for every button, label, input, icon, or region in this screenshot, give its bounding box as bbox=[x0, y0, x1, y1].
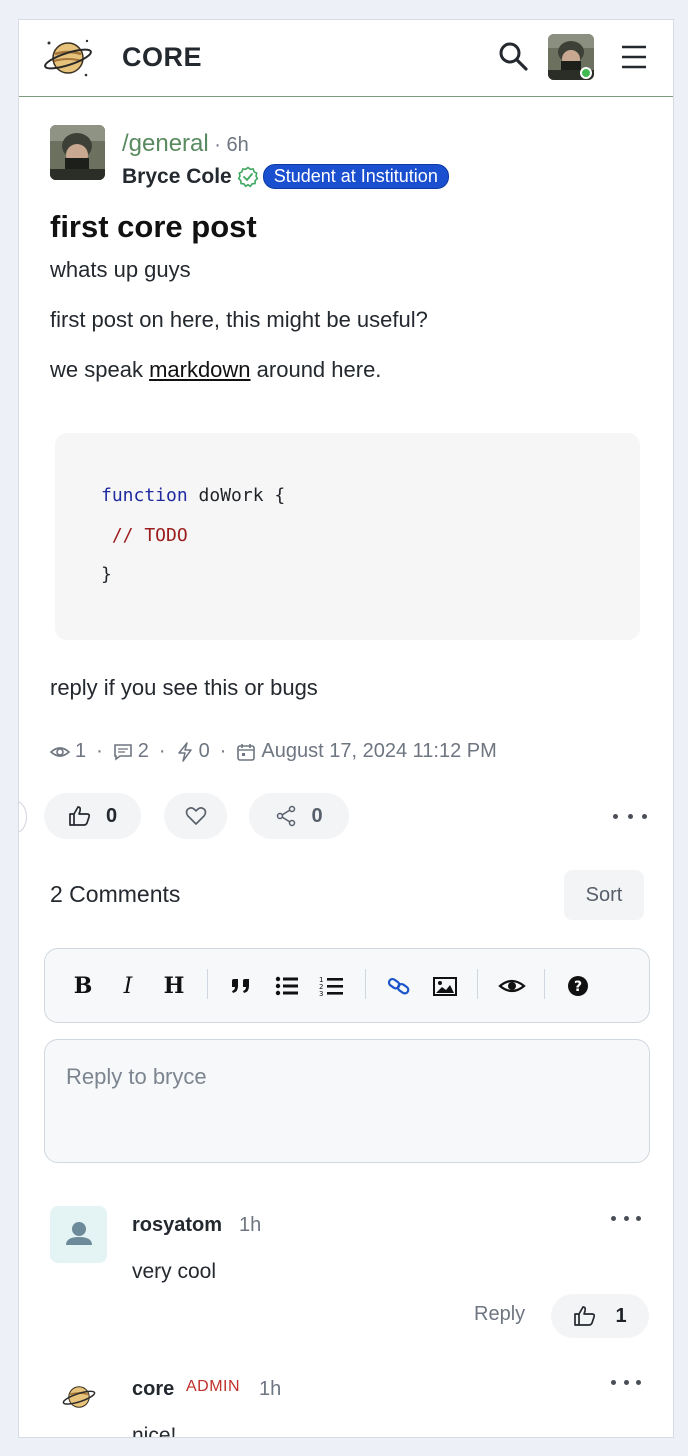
comment-username[interactable]: core bbox=[132, 1378, 174, 1401]
share-count: 0 bbox=[311, 804, 323, 827]
editor-toolbar: B I H 123 ? bbox=[44, 948, 650, 1023]
comment-age: 1h bbox=[239, 1214, 262, 1236]
post-meta: /general · 6h bbox=[122, 130, 249, 158]
hamburger-menu-icon[interactable] bbox=[619, 42, 649, 72]
top-header: CORE bbox=[19, 20, 673, 97]
eye-icon bbox=[50, 746, 70, 757]
text-span: we speak bbox=[50, 357, 150, 382]
reply-textarea-container bbox=[44, 1039, 650, 1163]
thumbs-up-icon bbox=[69, 806, 91, 826]
user-silhouette-icon bbox=[66, 1222, 92, 1245]
favorite-button[interactable] bbox=[164, 793, 227, 839]
code-line: function doWork { bbox=[101, 485, 285, 506]
comment-more-options-icon[interactable] bbox=[611, 1208, 641, 1228]
comments-count: 2 bbox=[137, 740, 149, 762]
post-body-line: we speak markdown around here. bbox=[50, 357, 381, 383]
link-icon[interactable] bbox=[384, 971, 414, 1001]
author-line: Bryce Cole Student at Institution bbox=[122, 164, 449, 189]
svg-text:3: 3 bbox=[319, 990, 323, 998]
core-avatar-saturn-icon[interactable] bbox=[62, 1381, 96, 1413]
heading-button[interactable]: H bbox=[159, 971, 189, 1001]
thumbs-up-icon bbox=[574, 1306, 596, 1326]
community-link[interactable]: /general bbox=[122, 130, 209, 157]
meta-separator: · bbox=[208, 134, 227, 156]
svg-text:?: ? bbox=[574, 979, 582, 995]
heart-icon bbox=[185, 807, 206, 825]
post-body-line: first post on here, this might be useful… bbox=[50, 307, 428, 332]
separator: · bbox=[96, 740, 103, 762]
app-frame: CORE /general · 6h Bryce Cole Student at… bbox=[18, 19, 674, 1438]
post-stats: 1 · 2 · 0 · August 17, 2024 11:12 PM bbox=[50, 740, 497, 763]
toolbar-divider bbox=[365, 969, 366, 999]
help-icon[interactable]: ? bbox=[563, 971, 593, 1001]
comment-avatar-placeholder[interactable] bbox=[50, 1206, 107, 1263]
comment-like-count: 1 bbox=[615, 1304, 627, 1327]
verified-badge-icon bbox=[237, 165, 258, 187]
toolbar-divider bbox=[207, 969, 208, 999]
comment-age: 1h bbox=[259, 1378, 282, 1400]
post-title: first core post bbox=[50, 209, 257, 244]
bullet-list-icon[interactable] bbox=[272, 971, 302, 1001]
preview-eye-icon[interactable] bbox=[497, 971, 527, 1001]
comment-like-button[interactable]: 1 bbox=[551, 1294, 649, 1338]
scroll-edge-indicator bbox=[19, 801, 27, 833]
toolbar-divider bbox=[477, 969, 478, 999]
reply-input[interactable] bbox=[66, 1064, 626, 1090]
separator: · bbox=[158, 740, 166, 762]
comment-more-options-icon[interactable] bbox=[611, 1372, 641, 1392]
reply-button[interactable]: Reply bbox=[474, 1303, 525, 1326]
share-button[interactable]: 0 bbox=[249, 793, 349, 839]
toolbar-divider bbox=[544, 969, 545, 999]
post-age: 6h bbox=[226, 134, 249, 156]
bolt-icon bbox=[177, 741, 192, 762]
code-keyword: function bbox=[101, 485, 188, 506]
post-date: August 17, 2024 11:12 PM bbox=[261, 740, 497, 762]
bold-button[interactable]: B bbox=[68, 971, 98, 1001]
post-author-avatar[interactable] bbox=[50, 125, 105, 180]
post-body-line: whats up guys bbox=[50, 257, 191, 282]
search-icon[interactable] bbox=[497, 40, 529, 72]
sort-button[interactable]: Sort bbox=[564, 870, 644, 920]
like-button[interactable]: 0 bbox=[44, 793, 141, 839]
share-icon bbox=[277, 805, 296, 827]
role-badge: Student at Institution bbox=[262, 164, 449, 189]
text-span: around here. bbox=[250, 357, 382, 382]
saturn-logo-icon[interactable] bbox=[43, 35, 93, 81]
post-body-line: reply if you see this or bugs bbox=[50, 675, 318, 700]
numbered-list-icon[interactable]: 123 bbox=[317, 971, 347, 1001]
markdown-link[interactable]: markdown bbox=[149, 357, 250, 382]
online-status-indicator bbox=[580, 67, 592, 79]
code-text: doWork { bbox=[187, 485, 286, 506]
boosts-count: 0 bbox=[198, 740, 210, 762]
post-more-options-icon[interactable] bbox=[613, 806, 647, 826]
image-icon[interactable] bbox=[430, 971, 460, 1001]
quote-icon[interactable] bbox=[226, 971, 256, 1001]
code-line: } bbox=[101, 564, 112, 585]
admin-tag: ADMIN bbox=[186, 1378, 241, 1395]
views-count: 1 bbox=[75, 740, 87, 762]
code-comment: // TODO bbox=[101, 525, 188, 546]
brand-title[interactable]: CORE bbox=[122, 42, 202, 73]
italic-button[interactable]: I bbox=[113, 971, 143, 1001]
comment-icon bbox=[113, 743, 132, 761]
comments-title: 2 Comments bbox=[50, 881, 181, 907]
post-author-name[interactable]: Bryce Cole bbox=[122, 165, 232, 189]
comment-body: nice! bbox=[132, 1424, 177, 1438]
code-block: function doWork { // TODO } bbox=[55, 433, 640, 640]
comment-body: very cool bbox=[132, 1260, 217, 1283]
calendar-icon bbox=[237, 743, 256, 761]
separator: · bbox=[219, 740, 227, 762]
comment-username[interactable]: rosyatom bbox=[132, 1214, 222, 1237]
like-count: 0 bbox=[105, 804, 118, 827]
